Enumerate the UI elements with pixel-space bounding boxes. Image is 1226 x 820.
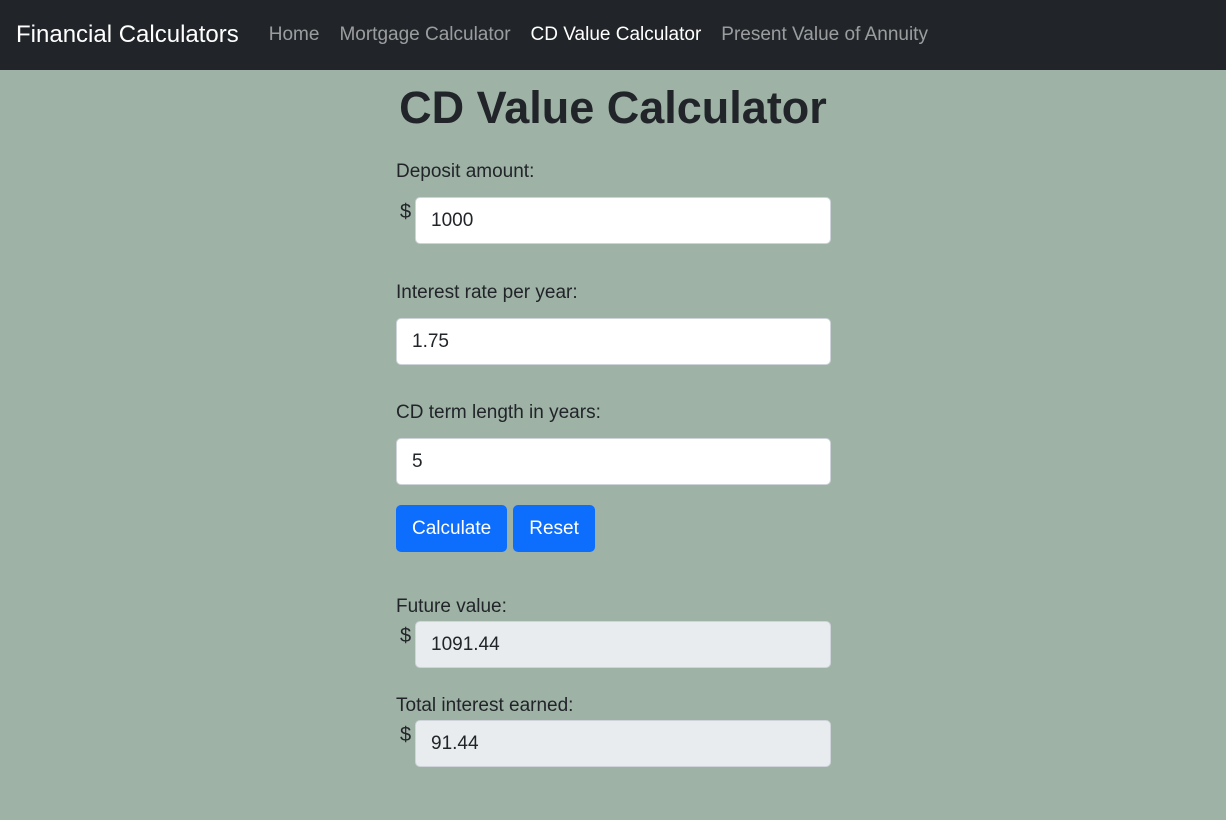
term-length-input[interactable] — [396, 438, 831, 485]
total-interest-group: $ — [396, 720, 831, 767]
future-value-output — [415, 621, 831, 668]
calculate-button[interactable]: Calculate — [396, 505, 508, 552]
navbar-brand[interactable]: Financial Calculators — [16, 21, 239, 49]
future-value-group: $ — [396, 621, 831, 668]
reset-button[interactable]: Reset — [513, 505, 595, 552]
total-interest-currency-symbol: $ — [400, 724, 412, 746]
total-interest-label: Total interest earned: — [396, 695, 574, 716]
nav-link-present-value-of-annuity[interactable]: Present Value of Annuity — [721, 24, 928, 46]
deposit-amount-label: Deposit amount: — [396, 161, 535, 182]
cd-calculator-form: Deposit amount: $ Interest rate per year… — [396, 160, 831, 767]
total-interest-output — [415, 720, 831, 767]
nav-link-cd-value-calculator[interactable]: CD Value Calculator — [531, 24, 702, 46]
nav-link-home[interactable]: Home — [269, 24, 320, 46]
form-buttons: Calculate Reset — [396, 505, 831, 552]
interest-rate-group — [396, 318, 831, 365]
term-length-group — [396, 438, 831, 485]
deposit-amount-group: $ — [396, 197, 831, 244]
navbar: Financial Calculators Home Mortgage Calc… — [0, 0, 1226, 70]
interest-rate-label: Interest rate per year: — [396, 282, 578, 303]
future-value-label: Future value: — [396, 596, 507, 617]
deposit-currency-symbol: $ — [400, 201, 412, 223]
page-title: CD Value Calculator — [399, 82, 827, 133]
interest-rate-input[interactable] — [396, 318, 831, 365]
deposit-amount-input[interactable] — [415, 197, 831, 244]
future-value-currency-symbol: $ — [400, 625, 412, 647]
nav-link-mortgage-calculator[interactable]: Mortgage Calculator — [339, 24, 510, 46]
term-length-label: CD term length in years: — [396, 402, 601, 423]
